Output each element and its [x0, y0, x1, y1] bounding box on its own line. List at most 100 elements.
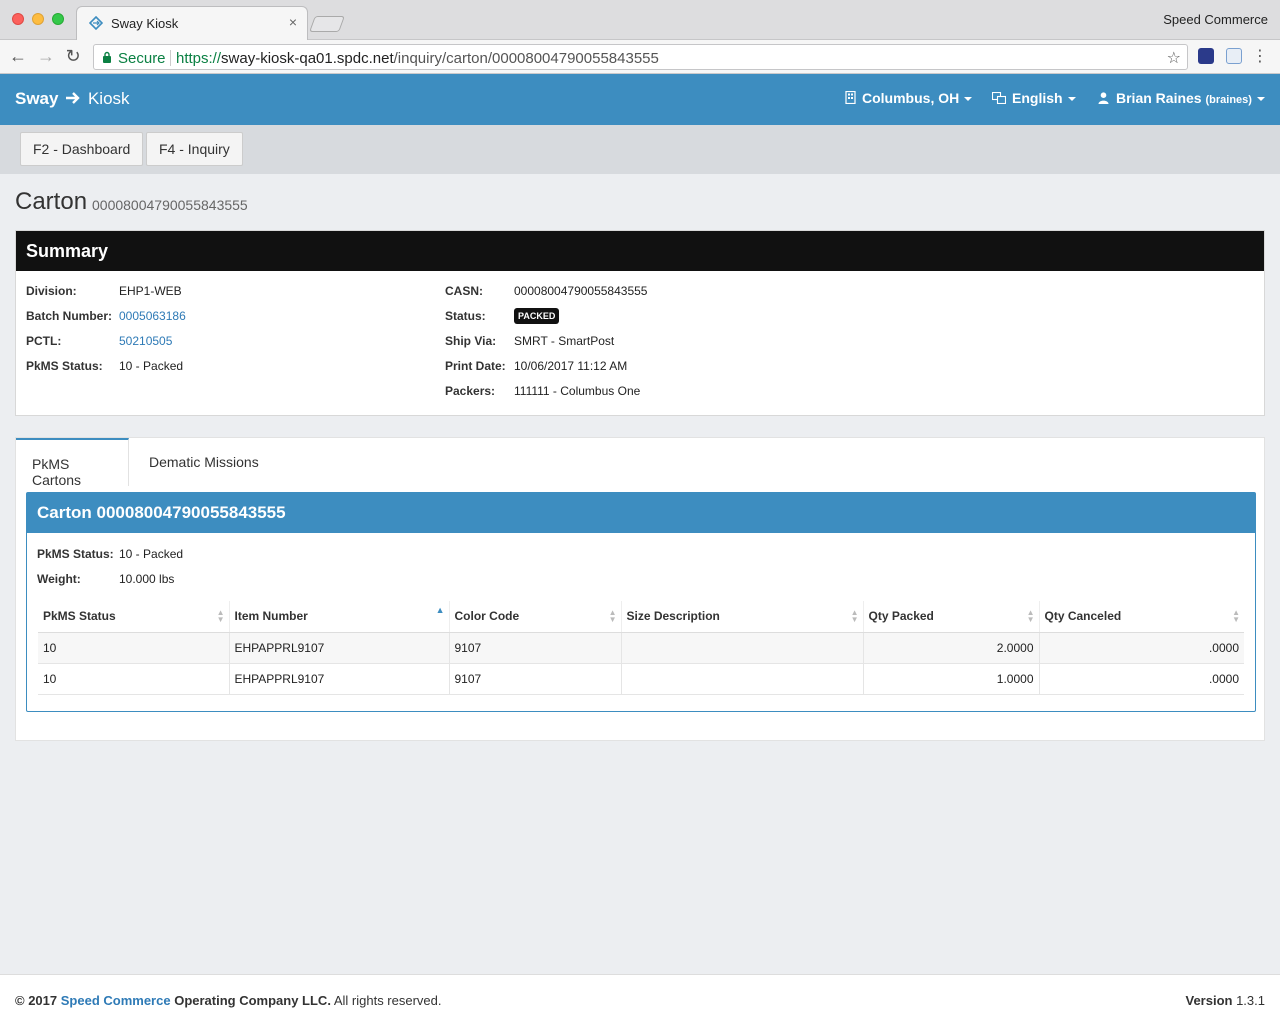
carton-weight-label: Weight: [37, 572, 81, 586]
table-row[interactable]: 10 EHPAPPRL9107 9107 2.0000 .0000 [38, 632, 1244, 664]
chevron-down-icon [1067, 97, 1076, 102]
user-dropdown[interactable]: Brian Raines (braines) [1098, 90, 1265, 106]
address-bar[interactable]: Secure https://sway-kiosk-qa01.spdc.net/… [93, 44, 1188, 70]
copyright: © 2017 Speed Commerce Operating Company … [15, 993, 442, 1008]
dashboard-button[interactable]: F2 - Dashboard [20, 132, 144, 166]
column-header-label: Qty Packed [868, 609, 934, 624]
column-header-color-code[interactable]: Color Code ▲ ▼ [449, 601, 622, 633]
url-scheme: https:// [176, 50, 222, 67]
ship-via-value: SMRT - SmartPost [514, 334, 615, 348]
column-header-label: Item Number [234, 609, 308, 624]
version-number: 1.3.1 [1236, 993, 1265, 1008]
copyright-year: © 2017 [15, 993, 58, 1008]
pkms-status-label: PkMS Status: [26, 359, 103, 373]
packers-value: 111111 - Columbus One [514, 384, 641, 398]
print-date-label: Print Date: [445, 359, 506, 373]
carton-heading: Carton 00008004790055843555 [27, 493, 1255, 533]
chevron-down-icon [1256, 97, 1265, 102]
sort-icon: ▲ ▼ [850, 608, 859, 624]
sway-favicon-icon [89, 16, 103, 30]
forward-icon[interactable]: → [36, 46, 56, 67]
tab-bar: PkMS Cartons Dematic Missions [16, 438, 1264, 488]
sort-icon: ▲ ▼ [608, 608, 617, 624]
close-window-button[interactable] [12, 13, 24, 25]
sort-icon: ▲ ▼ [1232, 608, 1240, 624]
browser-tab-strip: Sway Kiosk × Speed Commerce [0, 0, 1280, 41]
cell-qty-packed: 2.0000 [863, 632, 1040, 664]
cell-qty-packed: 1.0000 [863, 663, 1040, 695]
pkms-status-value: 10 - Packed [119, 359, 184, 373]
inquiry-button[interactable]: F4 - Inquiry [146, 132, 243, 166]
page-subtitle: 00008004790055843555 [92, 197, 248, 213]
building-icon [845, 90, 856, 105]
user-login: (braines) [1205, 94, 1252, 106]
sort-ascending-icon: ▲ [435, 605, 445, 615]
user-icon [1098, 92, 1109, 104]
page-title: Carton [15, 188, 88, 215]
user-name: Brian Raines [1116, 90, 1202, 106]
version-info: Version 1.3.1 [1185, 993, 1265, 1008]
summary-panel: Summary Division: EHP1-WEB Batch Number:… [15, 230, 1265, 416]
browser-toolbar: ← → ↻ Secure https://sway-kiosk-qa01.spd… [0, 40, 1280, 74]
tab-pkms-cartons[interactable]: PkMS Cartons [16, 438, 129, 488]
column-header-label: PkMS Status [43, 609, 116, 624]
language-icon [991, 91, 1007, 105]
language-dropdown[interactable]: English [991, 90, 1076, 106]
shortcut-bar: F2 - Dashboard F4 - Inquiry [0, 125, 1280, 174]
cell-size-description [621, 632, 864, 664]
back-icon[interactable]: ← [8, 46, 28, 67]
packers-label: Packers: [445, 384, 496, 398]
extension-icon[interactable] [1226, 48, 1242, 64]
tab-close-icon[interactable]: × [289, 14, 297, 30]
carton-panel: Carton 00008004790055843555 PkMS Status:… [26, 492, 1256, 712]
tabs-panel: PkMS Cartons Dematic Missions Carton 000… [15, 437, 1265, 741]
column-header-qty-canceled[interactable]: Qty Canceled ▲ ▼ [1039, 601, 1244, 633]
address-separator [170, 50, 171, 66]
browser-profile-name[interactable]: Speed Commerce [1163, 12, 1268, 27]
column-header-size-description[interactable]: Size Description ▲ ▼ [621, 601, 864, 633]
reload-icon[interactable]: ↻ [63, 46, 83, 67]
column-header-pkms-status[interactable]: PkMS Status ▲ ▼ [38, 601, 230, 633]
rights-text: All rights reserved. [333, 993, 442, 1008]
maximize-window-button[interactable] [52, 13, 64, 25]
new-tab-button[interactable] [309, 16, 345, 32]
column-header-qty-packed[interactable]: Qty Packed ▲ ▼ [863, 601, 1040, 633]
cell-item-number: EHPAPPRL9107 [229, 632, 450, 664]
print-date-value: 10/06/2017 11:12 AM [514, 359, 628, 373]
url-text[interactable]: https://sway-kiosk-qa01.spdc.net/inquiry… [176, 50, 659, 67]
division-label: Division: [26, 284, 77, 298]
cell-item-number: EHPAPPRL9107 [229, 663, 450, 695]
tab-title: Sway Kiosk [111, 16, 179, 31]
extension-icon[interactable] [1198, 48, 1214, 64]
browser-tab[interactable]: Sway Kiosk × [76, 6, 308, 41]
column-header-label: Qty Canceled [1044, 609, 1122, 624]
url-host: sway-kiosk-qa01.spdc.net [221, 50, 394, 67]
table-row[interactable]: 10 EHPAPPRL9107 9107 1.0000 .0000 [38, 663, 1244, 695]
bookmark-star-icon[interactable]: ☆ [1167, 48, 1181, 68]
division-value: EHP1-WEB [119, 284, 182, 298]
app-header: Sway Kiosk Columbus, OH English Brian Ra… [0, 74, 1280, 125]
page-footer: © 2017 Speed Commerce Operating Company … [0, 974, 1280, 1024]
casn-value: 00008004790055843555 [514, 284, 648, 298]
ship-via-label: Ship Via: [445, 334, 497, 348]
browser-menu-icon[interactable]: ⋮ [1252, 46, 1268, 66]
casn-label: CASN: [445, 284, 483, 298]
carton-pkms-status-value: 10 - Packed [119, 547, 184, 561]
carton-items-table: PkMS Status ▲ ▼ Item Number ▲ Color Code ▲ ▼ … [38, 601, 1244, 695]
pctl-label: PCTL: [26, 334, 62, 348]
cell-color-code: 9107 [449, 632, 622, 664]
url-path: /inquiry/carton/00008004790055843555 [393, 50, 659, 67]
minimize-window-button[interactable] [32, 13, 44, 25]
pctl-link[interactable]: 50210505 [119, 334, 172, 348]
sort-icon: ▲ ▼ [1026, 608, 1035, 624]
location-dropdown[interactable]: Columbus, OH [845, 90, 973, 106]
company-name-rest: Operating Company LLC. [174, 993, 331, 1008]
column-header-label: Color Code [454, 609, 520, 624]
tab-dematic-missions[interactable]: Dematic Missions [133, 438, 275, 486]
brand-logo[interactable]: Sway Kiosk [15, 89, 130, 109]
cell-qty-canceled: .0000 [1039, 663, 1244, 695]
batch-link[interactable]: 0005063186 [119, 309, 186, 323]
status-badge: PACKED [514, 308, 560, 324]
column-header-item-number[interactable]: Item Number ▲ [229, 601, 450, 633]
company-link[interactable]: Speed Commerce [61, 993, 171, 1008]
